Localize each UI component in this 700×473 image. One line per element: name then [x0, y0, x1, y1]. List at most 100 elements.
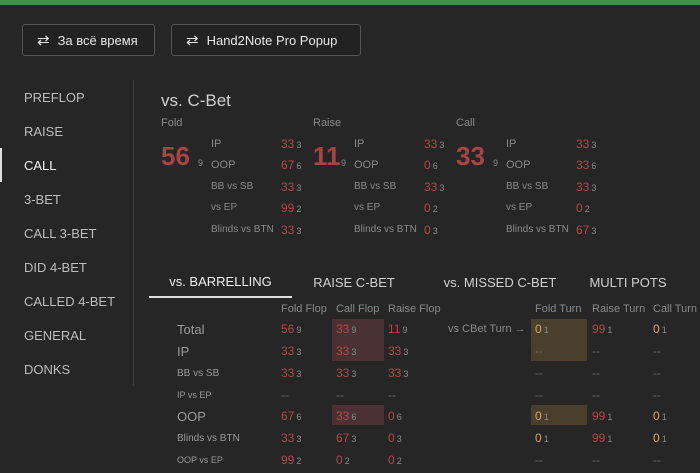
- stat-value[interactable]: 33 3: [424, 137, 444, 151]
- table-cell[interactable]: --: [592, 453, 602, 467]
- table-row-label: Total: [177, 322, 205, 337]
- stat-value[interactable]: 33 3: [424, 180, 444, 194]
- table-cell[interactable]: --: [535, 366, 545, 380]
- table-cell[interactable]: 02: [336, 453, 350, 467]
- stat-value[interactable]: 06: [424, 158, 438, 172]
- table-cell[interactable]: 02: [388, 453, 402, 467]
- col-header: Call Turn: [653, 303, 698, 315]
- popup-button[interactable]: ⇄ Hand2Note Pro Popup: [171, 24, 361, 56]
- table-cell[interactable]: 99 1: [592, 431, 612, 445]
- table-cell[interactable]: 99 1: [592, 409, 612, 423]
- table-cell[interactable]: --: [281, 388, 291, 402]
- table-cell[interactable]: --: [653, 388, 663, 402]
- table-cell[interactable]: --: [653, 344, 663, 358]
- stat-value[interactable]: 02: [424, 201, 438, 215]
- popup-button-label: Hand2Note Pro Popup: [206, 32, 338, 48]
- stat-value[interactable]: 33 3: [281, 137, 301, 151]
- sidebar-item-label: CALLED 4-BET: [24, 293, 116, 309]
- sidebar-item-call-3bet[interactable]: CALL 3-BET: [0, 216, 133, 250]
- table-cell[interactable]: 33 9: [336, 322, 356, 336]
- sidebar-item-donks[interactable]: DONKS: [0, 352, 133, 386]
- sidebar-item-did-4bet[interactable]: DID 4-BET: [0, 250, 133, 284]
- table-cell[interactable]: --: [592, 388, 602, 402]
- stat-label: OOP: [354, 159, 379, 171]
- sidebar-item-label: PREFLOP: [24, 89, 85, 105]
- table-cell[interactable]: 33 3: [336, 344, 356, 358]
- sidebar-item-label: GENERAL: [24, 327, 87, 343]
- tab-raise-cbet[interactable]: RAISE C-BET: [299, 266, 409, 298]
- table-cell[interactable]: 01: [535, 322, 549, 336]
- table-cell[interactable]: --: [535, 453, 545, 467]
- block-label-call: Call: [456, 117, 475, 129]
- stat-label: vs EP: [506, 202, 533, 213]
- table-cell[interactable]: 06: [388, 409, 402, 423]
- tab-multi-pots[interactable]: MULTI POTS: [585, 266, 671, 298]
- period-button[interactable]: ⇄ За всё время: [22, 24, 155, 56]
- table-cell[interactable]: 99 2: [281, 453, 301, 467]
- stat-value[interactable]: 67 3: [576, 223, 596, 237]
- stat-value[interactable]: 99 2: [281, 201, 301, 215]
- swap-arrows-icon: ⇄: [186, 32, 199, 49]
- table-cell[interactable]: 01: [653, 322, 667, 336]
- sidebar-item-3bet[interactable]: 3-BET: [0, 182, 133, 216]
- table-cell[interactable]: 33 6: [336, 409, 356, 423]
- table-cell[interactable]: --: [535, 388, 545, 402]
- tab-vs-missed-cbet[interactable]: vs. MISSED C-BET: [425, 266, 575, 298]
- big-stat-fold[interactable]: 56: [161, 141, 190, 172]
- stat-label: OOP: [211, 159, 236, 171]
- table-cell[interactable]: 67 6: [281, 409, 301, 423]
- col-header: Raise Flop: [388, 303, 441, 315]
- table-cell[interactable]: --: [535, 344, 545, 358]
- table-cell[interactable]: 56 9: [281, 322, 301, 336]
- table-row-label: OOP vs EP: [177, 455, 223, 465]
- col-header: Fold Turn: [535, 303, 582, 315]
- stat-label: BB vs SB: [354, 181, 397, 192]
- table-cell[interactable]: --: [592, 366, 602, 380]
- stat-value[interactable]: 33 3: [576, 137, 596, 151]
- table-cell[interactable]: 99 1: [592, 322, 612, 336]
- table-cell[interactable]: 33 3: [388, 366, 408, 380]
- stat-value[interactable]: 33 3: [281, 180, 301, 194]
- sidebar-item-preflop[interactable]: PREFLOP: [0, 80, 133, 114]
- table-cell[interactable]: 01: [535, 431, 549, 445]
- sidebar-item-general[interactable]: GENERAL: [0, 318, 133, 352]
- table-cell[interactable]: 33 3: [388, 344, 408, 358]
- sidebar-item-called-4bet[interactable]: CALLED 4-BET: [0, 284, 133, 318]
- big-stat-raise[interactable]: 11: [313, 141, 341, 172]
- big-stat-call[interactable]: 33: [456, 141, 485, 172]
- table-cell[interactable]: 03: [388, 431, 402, 445]
- sidebar-item-label: CALL 3-BET: [24, 225, 97, 241]
- stat-label: Blinds vs BTN: [211, 224, 274, 235]
- stat-value[interactable]: 03: [424, 223, 438, 237]
- col-header: Fold Flop: [281, 303, 327, 315]
- table-cell[interactable]: 33 3: [281, 344, 301, 358]
- table-cell[interactable]: --: [336, 388, 346, 402]
- table-cell[interactable]: --: [388, 388, 398, 402]
- table-cell[interactable]: 01: [653, 409, 667, 423]
- table-cell[interactable]: 67 3: [336, 431, 356, 445]
- table-cell[interactable]: 01: [535, 409, 549, 423]
- stat-label: BB vs SB: [506, 181, 549, 192]
- table-row-label: BB vs SB: [177, 368, 220, 379]
- stat-value[interactable]: 33 3: [576, 180, 596, 194]
- tab-vs-barrelling[interactable]: vs. BARRELLING: [149, 266, 292, 298]
- stat-value[interactable]: 02: [576, 201, 590, 215]
- period-button-label: За всё время: [57, 32, 138, 48]
- sidebar-item-call[interactable]: CALL: [0, 148, 133, 182]
- stat-label: BB vs SB: [211, 181, 254, 192]
- table-cell[interactable]: 33 3: [281, 431, 301, 445]
- table-cell[interactable]: --: [653, 366, 663, 380]
- stat-value[interactable]: 33 3: [281, 223, 301, 237]
- sidebar-item-label: DID 4-BET: [24, 259, 87, 275]
- sidebar-item-raise[interactable]: RAISE: [0, 114, 133, 148]
- stat-value[interactable]: 33 6: [576, 158, 596, 172]
- stat-value[interactable]: 67 6: [281, 158, 301, 172]
- table-cell[interactable]: 11 9: [388, 322, 407, 336]
- swap-arrows-icon: ⇄: [37, 32, 50, 49]
- tab-bar: vs. BARRELLING RAISE C-BET vs. MISSED C-…: [149, 266, 700, 298]
- table-cell[interactable]: --: [592, 344, 602, 358]
- table-cell[interactable]: 33 3: [336, 366, 356, 380]
- table-cell[interactable]: 33 3: [281, 366, 301, 380]
- table-cell[interactable]: --: [653, 453, 663, 467]
- table-cell[interactable]: 01: [653, 431, 667, 445]
